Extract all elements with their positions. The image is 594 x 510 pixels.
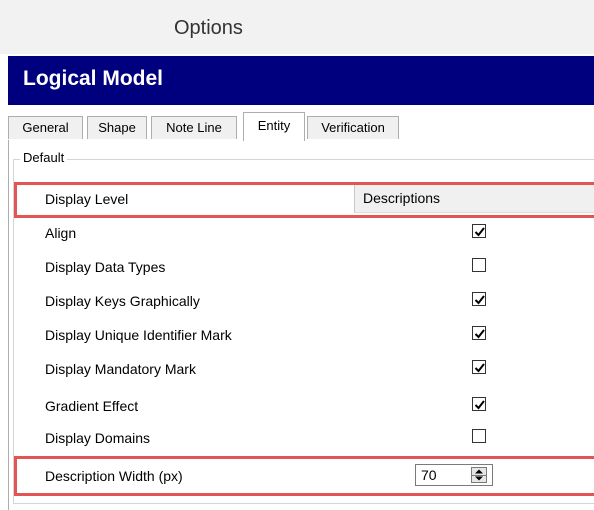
description-width-label: Description Width (px) — [45, 468, 183, 484]
tab-shape[interactable]: Shape — [87, 116, 147, 139]
checkmark-icon — [474, 363, 485, 373]
display-domains-checkbox[interactable] — [472, 429, 486, 443]
window-title: Options — [174, 17, 243, 39]
arrow-down-icon — [475, 476, 483, 481]
group-label: Default — [20, 150, 68, 165]
window-titlebar: Options — [0, 0, 594, 54]
align-label: Align — [45, 225, 77, 241]
description-width-input[interactable] — [416, 465, 471, 485]
display-level-row: Display Level Descriptions — [14, 182, 594, 218]
tab-strip: General Shape Note Line Entity Verificat… — [8, 112, 594, 141]
display-domains-row: Display Domains — [14, 421, 594, 455]
display-mandatory-mark-row: Display Mandatory Mark — [14, 352, 594, 386]
arrow-up-icon — [475, 469, 483, 474]
gradient-effect-checkbox[interactable] — [472, 397, 486, 411]
display-level-value: Descriptions — [363, 190, 441, 206]
display-level-label: Display Level — [45, 191, 129, 207]
display-unique-identifier-label: Display Unique Identifier Mark — [45, 327, 232, 343]
display-keys-graphically-checkbox[interactable] — [472, 292, 486, 306]
display-mandatory-mark-label: Display Mandatory Mark — [45, 361, 196, 377]
display-keys-graphically-row: Display Keys Graphically — [14, 284, 594, 318]
spin-buttons — [471, 467, 487, 483]
section-header: Logical Model — [8, 56, 594, 105]
spin-down-button[interactable] — [472, 475, 486, 482]
display-domains-label: Display Domains — [45, 430, 151, 446]
tab-note-line[interactable]: Note Line — [151, 116, 237, 139]
display-keys-graphically-label: Display Keys Graphically — [45, 293, 200, 309]
display-data-types-row: Display Data Types — [14, 250, 594, 284]
align-checkbox[interactable] — [472, 224, 486, 238]
checkmark-icon — [474, 329, 485, 339]
checkmark-icon — [474, 295, 485, 305]
display-data-types-checkbox[interactable] — [472, 258, 486, 272]
tab-verification[interactable]: Verification — [307, 116, 399, 139]
description-width-spinner — [415, 464, 493, 486]
display-level-dropdown[interactable]: Descriptions — [354, 185, 594, 213]
tab-entity[interactable]: Entity — [243, 112, 305, 141]
checkmark-icon — [474, 227, 485, 237]
description-width-row: Description Width (px) — [14, 456, 594, 496]
header-title: Logical Model — [23, 67, 164, 90]
display-unique-identifier-row: Display Unique Identifier Mark — [14, 318, 594, 352]
gradient-effect-row: Gradient Effect — [14, 389, 594, 423]
display-data-types-label: Display Data Types — [45, 259, 166, 275]
checkmark-icon — [474, 400, 485, 410]
display-unique-identifier-checkbox[interactable] — [472, 326, 486, 340]
tab-general[interactable]: General — [8, 116, 83, 139]
display-mandatory-mark-checkbox[interactable] — [472, 360, 486, 374]
align-row: Align — [14, 216, 594, 250]
gradient-effect-label: Gradient Effect — [45, 398, 139, 414]
